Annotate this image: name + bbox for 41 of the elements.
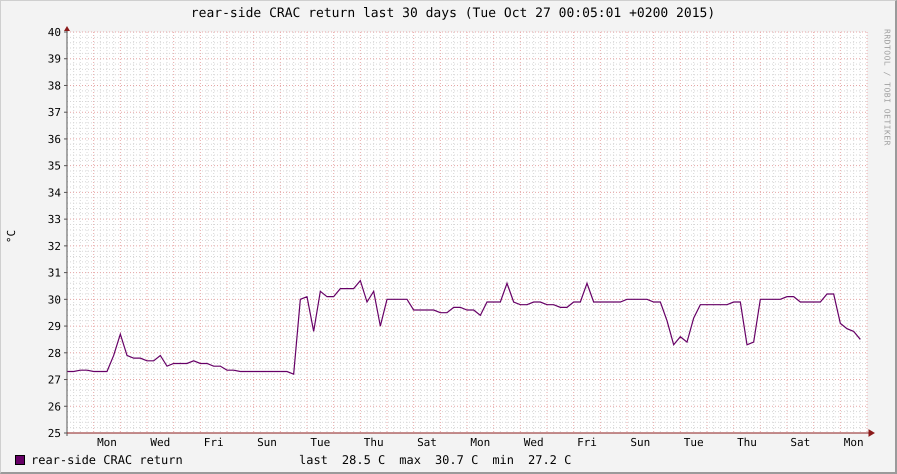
y-axis-label: °C <box>4 229 18 243</box>
x-tick-label: Wed <box>150 436 170 447</box>
stat-value: 30.7 C <box>434 452 478 466</box>
x-tick-label: Sat <box>417 436 437 447</box>
x-tick-label: Mon <box>844 436 864 447</box>
x-tick-label: Fri <box>204 436 224 447</box>
x-tick-label: Fri <box>577 436 597 447</box>
stat-value: 28.5 C <box>342 452 386 466</box>
y-tick-label: 37 <box>48 106 61 120</box>
y-tick-label: 32 <box>48 240 61 253</box>
x-tick-label: Tue <box>684 436 704 447</box>
x-tick-label: Mon <box>97 436 117 447</box>
y-tick-label: 35 <box>48 160 61 173</box>
x-tick-label: Thu <box>364 436 384 447</box>
y-tick-label: 40 <box>48 26 61 39</box>
y-tick-label: 29 <box>48 320 61 334</box>
x-tick-label: Wed <box>524 436 544 447</box>
stat-label: max <box>399 452 421 466</box>
y-tick-label: 31 <box>48 266 61 280</box>
y-tick-label: 34 <box>48 186 61 200</box>
x-tick-label: Sat <box>790 436 810 447</box>
x-tick-label: Sun <box>257 436 277 447</box>
y-tick-label: 36 <box>48 132 61 146</box>
x-tick-label: Sun <box>630 436 650 447</box>
y-tick-label: 38 <box>48 79 61 92</box>
y-tick-label: 39 <box>48 52 61 66</box>
credit-text: RRDTOOL / TOBI OETIKER <box>882 29 892 146</box>
y-tick-label: 30 <box>48 293 61 306</box>
y-tick-label: 25 <box>48 427 61 440</box>
chart-title: rear-side CRAC return last 30 days (Tue Oct 27 00:05:01 +0200 2015) <box>190 6 716 20</box>
y-tick-label: 28 <box>48 346 61 360</box>
stat-label: min <box>492 452 514 466</box>
stat-value: 27.2 C <box>528 452 572 466</box>
x-tick-label: Mon <box>470 436 490 447</box>
x-tick-label: Tue <box>310 436 330 447</box>
y-tick-label: 33 <box>48 213 61 226</box>
y-tick-label: 27 <box>48 374 61 387</box>
x-tick-label: Thu <box>737 436 757 447</box>
y-tick-label: 26 <box>48 400 61 414</box>
legend-label: rear-side CRAC return <box>31 452 184 466</box>
stat-label: last <box>299 452 328 466</box>
